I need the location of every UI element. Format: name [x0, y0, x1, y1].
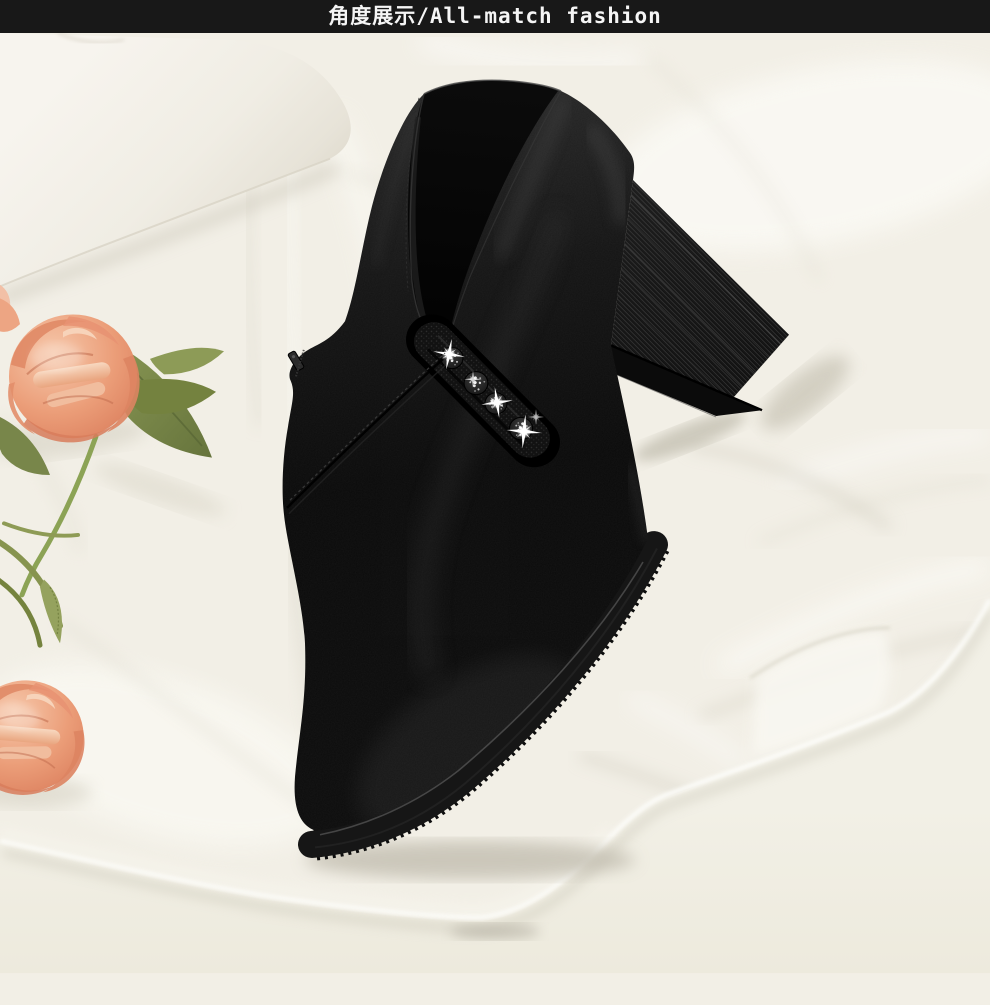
- banner: 角度展示/All-match fashion: [0, 0, 990, 33]
- product-photo: 角度展示/All-match fashion: [0, 0, 990, 1005]
- banner-title: 角度展示/All-match fashion: [328, 0, 662, 33]
- photo-scene: [0, 33, 990, 1005]
